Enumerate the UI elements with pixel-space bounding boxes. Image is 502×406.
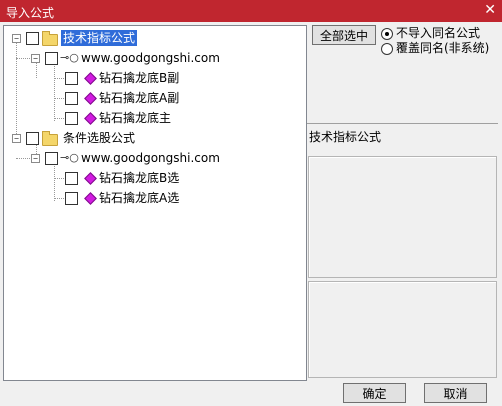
checkbox-formula[interactable]: [65, 112, 78, 125]
close-icon[interactable]: ✕: [484, 2, 496, 18]
formula-label[interactable]: 钻石擒龙底B副: [99, 70, 179, 86]
title-bar: 导入公式 ✕: [0, 0, 502, 22]
tree-line: [54, 98, 64, 99]
checkbox-formula[interactable]: [65, 92, 78, 105]
tree-node-formula[interactable]: 钻石擒龙底A选: [4, 190, 304, 206]
cancel-button[interactable]: 取消: [424, 383, 487, 403]
gem-icon: [84, 192, 97, 205]
gem-icon: [84, 72, 97, 85]
key-icon: ⊸○: [60, 151, 79, 164]
ok-button[interactable]: 确定: [343, 383, 406, 403]
tree-node-group-tech[interactable]: − 技术指标公式: [4, 30, 304, 46]
select-all-button[interactable]: 全部选中: [312, 25, 376, 45]
radio-no-import-label[interactable]: 不导入同名公式: [396, 25, 480, 41]
tree-node-formula[interactable]: 钻石擒龙底A副: [4, 90, 304, 106]
detail-panel: [308, 281, 497, 378]
checkbox-source[interactable]: [45, 152, 58, 165]
tree-node-source[interactable]: − ⊸○ www.goodgongshi.com: [4, 50, 304, 66]
collapse-icon[interactable]: −: [31, 154, 40, 163]
tree-node-formula[interactable]: 钻石擒龙底B副: [4, 70, 304, 86]
checkbox-group-tech[interactable]: [26, 32, 39, 45]
radio-overwrite-label[interactable]: 覆盖同名(非系统): [396, 40, 489, 56]
folder-icon: [42, 131, 58, 146]
description-panel: [308, 156, 497, 278]
formula-tree[interactable]: − 技术指标公式 − ⊸○ www.goodgongshi.com 钻石擒龙底B…: [3, 25, 307, 381]
folder-icon: [42, 31, 58, 46]
collapse-icon[interactable]: −: [12, 34, 21, 43]
checkbox-group-screen[interactable]: [26, 132, 39, 145]
tree-line: [16, 58, 30, 59]
formula-label[interactable]: 钻石擒龙底A副: [99, 90, 179, 106]
formula-type-panel: 技术指标公式: [307, 123, 498, 153]
tree-node-group-screen[interactable]: − 条件选股公式: [4, 130, 304, 146]
tree-line: [54, 178, 64, 179]
gem-icon: [84, 112, 97, 125]
tree-node-source[interactable]: − ⊸○ www.goodgongshi.com: [4, 150, 304, 166]
tree-line: [54, 198, 64, 199]
collapse-icon[interactable]: −: [12, 134, 21, 143]
checkbox-source[interactable]: [45, 52, 58, 65]
checkbox-formula[interactable]: [65, 192, 78, 205]
checkbox-formula[interactable]: [65, 72, 78, 85]
dialog-body: − 技术指标公式 − ⊸○ www.goodgongshi.com 钻石擒龙底B…: [0, 22, 502, 406]
window-title: 导入公式: [6, 6, 55, 20]
gem-icon: [84, 172, 97, 185]
gem-icon: [84, 92, 97, 105]
tree-line: [54, 78, 64, 79]
group-label-tech[interactable]: 技术指标公式: [61, 30, 138, 46]
formula-label[interactable]: 钻石擒龙底主: [99, 110, 171, 126]
source-label[interactable]: www.goodgongshi.com: [81, 50, 220, 66]
group-label-screen[interactable]: 条件选股公式: [63, 130, 135, 146]
formula-label[interactable]: 钻石擒龙底A选: [99, 190, 179, 206]
tree-line: [54, 118, 64, 119]
checkbox-formula[interactable]: [65, 172, 78, 185]
source-label[interactable]: www.goodgongshi.com: [81, 150, 220, 166]
key-icon: ⊸○: [60, 51, 79, 64]
radio-no-import[interactable]: [381, 28, 393, 40]
tree-line: [16, 158, 30, 159]
formula-type-label: 技术指标公式: [309, 130, 382, 144]
tree-node-formula[interactable]: 钻石擒龙底B选: [4, 170, 304, 186]
formula-label[interactable]: 钻石擒龙底B选: [99, 170, 179, 186]
radio-overwrite[interactable]: [381, 43, 393, 55]
tree-node-formula[interactable]: 钻石擒龙底主: [4, 110, 304, 126]
collapse-icon[interactable]: −: [31, 54, 40, 63]
